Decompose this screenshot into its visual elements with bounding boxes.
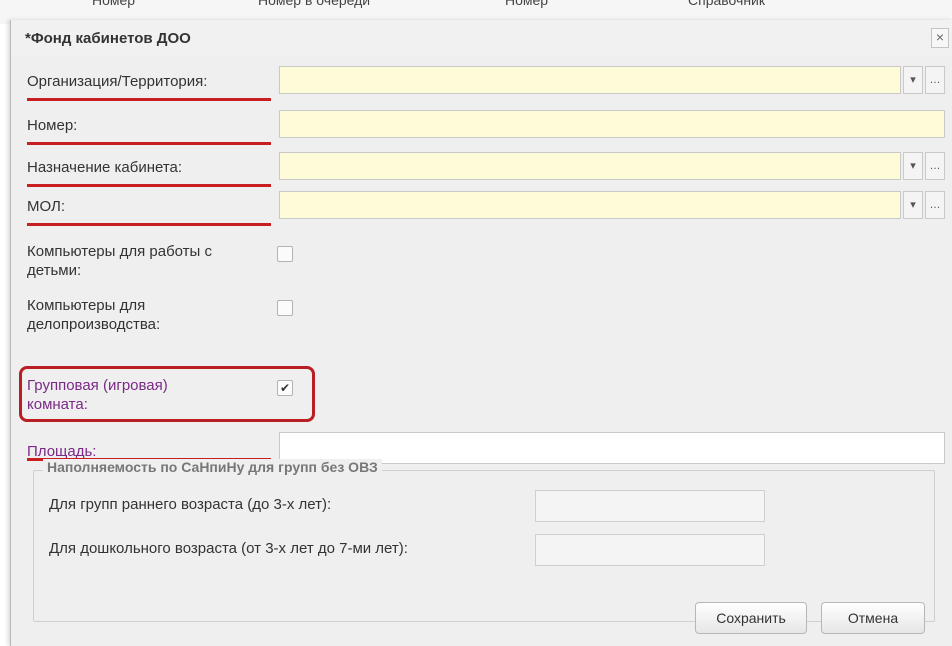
purpose-label: Назначение кабинета: xyxy=(27,159,183,176)
early-age-label: Для групп раннего возраста (до 3-х лет): xyxy=(49,496,332,513)
computers-office-checkbox[interactable] xyxy=(277,300,293,316)
preschool-label: Для дошкольного возраста (от 3-х лет до … xyxy=(49,540,408,557)
label-line: Компьютеры для работы с xyxy=(27,243,212,260)
dialog-title: *Фонд кабинетов ДОО xyxy=(25,30,191,47)
computers-children-checkbox[interactable] xyxy=(277,246,293,262)
mol-dropdown-icon[interactable]: ▾ xyxy=(903,191,923,219)
label-line: делопроизводства: xyxy=(27,316,161,333)
annotation-underline xyxy=(27,223,271,226)
organization-dropdown-icon[interactable]: ▾ xyxy=(903,66,923,94)
background-tab: Справочник xyxy=(688,0,765,8)
computers-children-label: Компьютеры для работы с детьми: xyxy=(27,242,212,280)
number-label: Номер: xyxy=(27,117,78,134)
annotation-underline xyxy=(27,184,271,187)
annotation-underline xyxy=(27,142,271,145)
preschool-input[interactable] xyxy=(535,534,765,566)
mol-ellipsis-button[interactable]: … xyxy=(925,191,945,219)
purpose-dropdown-icon[interactable]: ▾ xyxy=(903,152,923,180)
background-tab: Номер в очереди xyxy=(258,0,371,8)
background-tab: Номер xyxy=(505,0,549,8)
annotation-underline xyxy=(27,98,271,101)
dialog-titlebar: *Фонд кабинетов ДОО × xyxy=(11,20,952,57)
computers-office-label: Компьютеры для делопроизводства: xyxy=(27,296,160,334)
label-line: детьми: xyxy=(27,262,82,279)
background-tab: Номер xyxy=(92,0,136,8)
mol-label: МОЛ: xyxy=(27,198,66,215)
cancel-button[interactable]: Отмена xyxy=(821,602,925,634)
label-line: Компьютеры для xyxy=(27,297,146,314)
cabinet-fund-dialog: *Фонд кабинетов ДОО × Организация/Террит… xyxy=(10,20,952,646)
organization-label: Организация/Территория: xyxy=(27,73,208,90)
purpose-field[interactable] xyxy=(279,152,901,180)
early-age-input[interactable] xyxy=(535,490,765,522)
annotation-highlight-box xyxy=(19,366,315,422)
fill-norms-legend: Наполняемость по СаНпиНу для групп без О… xyxy=(43,459,382,475)
number-field[interactable] xyxy=(279,110,945,138)
organization-ellipsis-button[interactable]: … xyxy=(925,66,945,94)
purpose-ellipsis-button[interactable]: … xyxy=(925,152,945,180)
mol-field[interactable] xyxy=(279,191,901,219)
organization-field[interactable] xyxy=(279,66,901,94)
dialog-body: Организация/Территория: ▾ … Номер: Назна… xyxy=(11,56,952,646)
save-button[interactable]: Сохранить xyxy=(695,602,807,634)
close-icon[interactable]: × xyxy=(931,28,949,48)
